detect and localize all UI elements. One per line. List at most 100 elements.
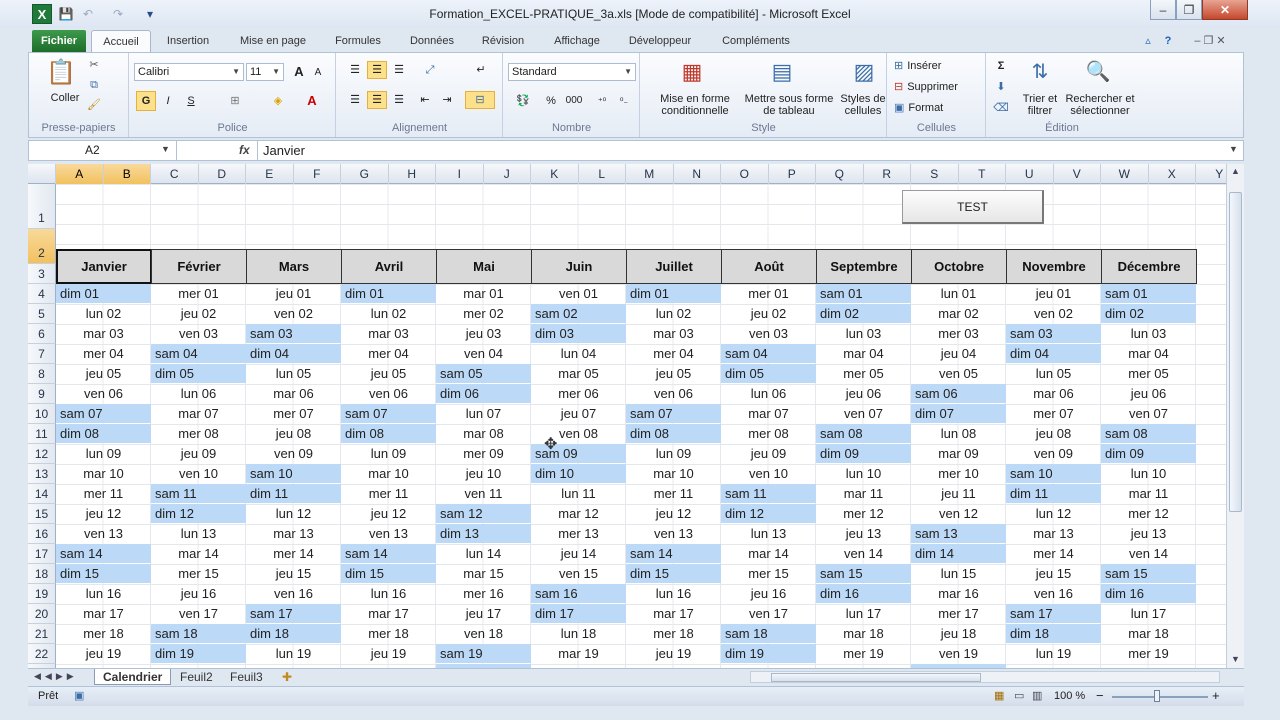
orientation-icon[interactable]: ⤢ bbox=[417, 61, 443, 79]
day-cell[interactable]: sam 01 bbox=[1101, 284, 1196, 303]
day-cell[interactable]: dim 10 bbox=[531, 464, 626, 483]
tab-affichage[interactable]: Affichage bbox=[544, 30, 610, 52]
day-cell[interactable]: mer 06 bbox=[531, 384, 626, 403]
month-header[interactable]: Février bbox=[151, 249, 247, 284]
day-cell[interactable]: dim 08 bbox=[56, 424, 151, 443]
day-cell[interactable]: lun 06 bbox=[721, 384, 816, 403]
day-cell[interactable]: mar 07 bbox=[721, 404, 816, 423]
row-header[interactable]: 1 bbox=[28, 184, 56, 229]
day-cell[interactable]: ven 07 bbox=[1101, 404, 1196, 423]
day-cell[interactable]: dim 07 bbox=[911, 404, 1006, 423]
row-header[interactable]: 15 bbox=[28, 504, 56, 524]
day-cell[interactable]: mar 04 bbox=[1101, 344, 1196, 363]
day-cell[interactable]: lun 18 bbox=[531, 624, 626, 643]
day-cell[interactable]: lun 16 bbox=[626, 584, 721, 603]
day-cell[interactable]: dim 01 bbox=[626, 284, 721, 303]
day-cell[interactable]: ven 16 bbox=[246, 584, 341, 603]
shrink-font-button[interactable]: A bbox=[310, 65, 326, 81]
day-cell[interactable]: sam 17 bbox=[1006, 604, 1101, 623]
day-cell[interactable]: dim 19 bbox=[721, 644, 816, 663]
day-cell[interactable]: sam 14 bbox=[626, 544, 721, 563]
day-cell[interactable]: jeu 08 bbox=[246, 424, 341, 443]
formula-input[interactable]: Janvier bbox=[263, 143, 1223, 158]
row-header[interactable]: 11 bbox=[28, 424, 56, 444]
tab-complements[interactable]: Compléments bbox=[712, 30, 800, 52]
wrap-text-icon[interactable]: ↵ bbox=[471, 61, 491, 79]
day-cell[interactable]: sam 18 bbox=[151, 624, 246, 643]
tab-formules[interactable]: Formules bbox=[325, 30, 391, 52]
day-cell[interactable]: mar 10 bbox=[626, 464, 721, 483]
day-cell[interactable]: lun 03 bbox=[1101, 324, 1196, 343]
day-cell[interactable]: jeu 11 bbox=[911, 484, 1006, 503]
font-name-select[interactable]: Calibri ▼ bbox=[134, 63, 244, 81]
day-cell[interactable]: sam 11 bbox=[151, 484, 246, 503]
month-header[interactable]: Août bbox=[721, 249, 817, 284]
day-cell[interactable]: dim 18 bbox=[1006, 624, 1101, 643]
day-cell[interactable]: jeu 04 bbox=[911, 344, 1006, 363]
column-header[interactable]: H bbox=[389, 164, 436, 184]
day-cell[interactable]: ven 07 bbox=[816, 404, 911, 423]
day-cell[interactable]: mer 13 bbox=[531, 524, 626, 543]
column-header[interactable]: L bbox=[579, 164, 626, 184]
day-cell[interactable]: lun 07 bbox=[436, 404, 531, 423]
day-cell[interactable]: sam 11 bbox=[721, 484, 816, 503]
column-header[interactable]: X bbox=[1149, 164, 1196, 184]
tab-developpeur[interactable]: Développeur bbox=[620, 30, 700, 52]
row-header[interactable]: 16 bbox=[28, 524, 56, 544]
day-cell[interactable]: jeu 15 bbox=[246, 564, 341, 583]
day-cell[interactable]: mer 01 bbox=[721, 284, 816, 303]
insert-function-button[interactable]: fx bbox=[239, 143, 250, 157]
day-cell[interactable]: ven 03 bbox=[721, 324, 816, 343]
close-button[interactable]: ✕ bbox=[1202, 0, 1248, 20]
day-cell[interactable]: mar 14 bbox=[151, 544, 246, 563]
day-cell[interactable]: mer 15 bbox=[721, 564, 816, 583]
day-cell[interactable]: dim 13 bbox=[436, 524, 531, 543]
paste-icon[interactable]: 📋 bbox=[43, 57, 79, 89]
day-cell[interactable]: ven 14 bbox=[816, 544, 911, 563]
tab-mise-en-page[interactable]: Mise en page bbox=[230, 30, 316, 52]
vertical-scroll-thumb[interactable] bbox=[1229, 192, 1242, 512]
day-cell[interactable]: dim 05 bbox=[151, 364, 246, 383]
day-cell[interactable]: mar 16 bbox=[911, 584, 1006, 603]
day-cell[interactable]: jeu 02 bbox=[721, 304, 816, 323]
day-cell[interactable]: dim 04 bbox=[246, 344, 341, 363]
macro-record-icon[interactable]: ▣ bbox=[74, 689, 84, 702]
zoom-in-button[interactable]: + bbox=[1212, 688, 1220, 703]
day-cell[interactable]: jeu 01 bbox=[246, 284, 341, 303]
workbook-window-controls[interactable]: – ❐ ✕ bbox=[1180, 30, 1240, 52]
day-cell[interactable]: jeu 17 bbox=[436, 604, 531, 623]
day-cell[interactable]: mer 14 bbox=[246, 544, 341, 563]
row-header[interactable]: 14 bbox=[28, 484, 56, 504]
day-cell[interactable]: ven 16 bbox=[1006, 584, 1101, 603]
day-cell[interactable]: sam 04 bbox=[721, 344, 816, 363]
day-cell[interactable]: ven 09 bbox=[246, 444, 341, 463]
row-header[interactable]: 4 bbox=[28, 284, 56, 304]
day-cell[interactable]: sam 14 bbox=[341, 544, 436, 563]
month-header[interactable]: Décembre bbox=[1101, 249, 1197, 284]
day-cell[interactable]: mer 05 bbox=[816, 364, 911, 383]
day-cell[interactable]: mer 02 bbox=[436, 304, 531, 323]
day-cell[interactable]: mer 03 bbox=[911, 324, 1006, 343]
day-cell[interactable]: dim 08 bbox=[341, 424, 436, 443]
day-cell[interactable]: jeu 14 bbox=[531, 544, 626, 563]
tab-insertion[interactable]: Insertion bbox=[157, 30, 219, 52]
day-cell[interactable]: ven 02 bbox=[1006, 304, 1101, 323]
day-cell[interactable]: sam 06 bbox=[911, 384, 1006, 403]
tab-fichier[interactable]: Fichier bbox=[32, 30, 86, 52]
number-format-select[interactable]: Standard ▼ bbox=[508, 63, 636, 81]
day-cell[interactable]: ven 13 bbox=[626, 524, 721, 543]
day-cell[interactable]: ven 02 bbox=[246, 304, 341, 323]
merge-center-icon[interactable]: ⊟ bbox=[465, 91, 495, 109]
italic-button[interactable]: I bbox=[158, 91, 178, 111]
column-header[interactable]: S bbox=[911, 164, 959, 184]
day-cell[interactable]: mar 07 bbox=[151, 404, 246, 423]
day-cell[interactable]: sam 01 bbox=[816, 284, 911, 303]
day-cell[interactable]: lun 08 bbox=[911, 424, 1006, 443]
day-cell[interactable]: ven 17 bbox=[721, 604, 816, 623]
name-box-dropdown-icon[interactable]: ▼ bbox=[161, 144, 170, 154]
day-cell[interactable]: lun 05 bbox=[1006, 364, 1101, 383]
day-cell[interactable]: sam 08 bbox=[816, 424, 911, 443]
day-cell[interactable]: ven 06 bbox=[626, 384, 721, 403]
day-cell[interactable]: dim 06 bbox=[436, 384, 531, 403]
vertical-scrollbar[interactable]: ▲ ▼ bbox=[1226, 164, 1244, 668]
